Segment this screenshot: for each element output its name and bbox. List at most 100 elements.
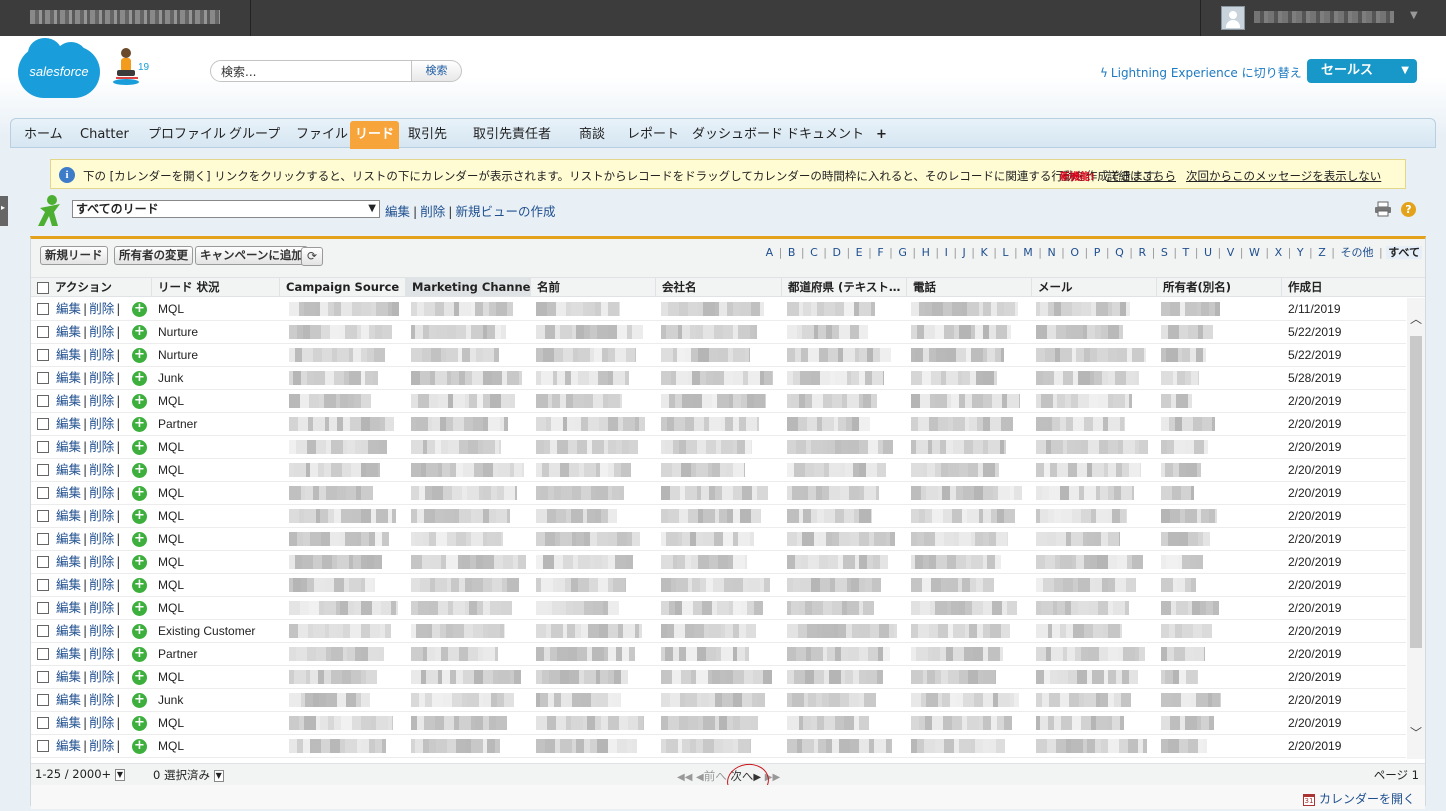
column-header-phone[interactable]: 電話 [906, 278, 1031, 297]
alpha-filter-item[interactable]: D [830, 246, 842, 259]
column-header-email[interactable]: メール [1031, 278, 1156, 297]
tab-opportunities[interactable]: 商談 [574, 124, 610, 146]
list-view-select[interactable]: すべてのリード ▼ [72, 200, 380, 218]
chevron-down-icon[interactable]: ▼ [1410, 10, 1418, 21]
tab-home[interactable]: ホーム [19, 124, 68, 146]
refresh-icon[interactable]: ⟳ [301, 247, 323, 266]
tab-files[interactable]: ファイル [291, 124, 353, 146]
row-checkbox[interactable] [37, 303, 49, 315]
alpha-filter-item[interactable]: G [896, 246, 909, 259]
row-edit-link[interactable]: 編集 [56, 738, 81, 753]
add-activity-icon[interactable]: + [132, 302, 147, 317]
row-edit-link[interactable]: 編集 [56, 623, 81, 638]
row-checkbox[interactable] [37, 556, 49, 568]
delete-view-link[interactable]: 削除 [420, 204, 445, 219]
alpha-filter-item[interactable]: L [1000, 246, 1010, 259]
tab-chatter[interactable]: Chatter [75, 124, 134, 146]
alpha-filter-item[interactable]: S [1159, 246, 1170, 259]
row-delete-link[interactable]: 削除 [89, 485, 114, 500]
new-lead-button[interactable]: 新規リード [40, 246, 108, 265]
column-header-name[interactable]: 名前 [530, 278, 655, 297]
alpha-filter-item[interactable]: Q [1113, 246, 1126, 259]
column-header-created-date[interactable]: 作成日 [1281, 278, 1407, 297]
row-delete-link[interactable]: 削除 [89, 301, 114, 316]
row-checkbox[interactable] [37, 602, 49, 614]
row-edit-link[interactable]: 編集 [56, 531, 81, 546]
add-activity-icon[interactable]: + [132, 578, 147, 593]
row-checkbox[interactable] [37, 510, 49, 522]
scrollbar-thumb[interactable] [1410, 336, 1422, 648]
row-delete-link[interactable]: 削除 [89, 669, 114, 684]
add-activity-icon[interactable]: + [132, 371, 147, 386]
alpha-filter-item[interactable]: C [808, 246, 820, 259]
record-count-select[interactable]: 1-25 / 2000+ ▼ [35, 767, 125, 781]
add-activity-icon[interactable]: + [132, 693, 147, 708]
row-checkbox[interactable] [37, 717, 49, 729]
select-all-checkbox[interactable] [37, 281, 49, 294]
row-edit-link[interactable]: 編集 [56, 301, 81, 316]
row-checkbox[interactable] [37, 395, 49, 407]
row-edit-link[interactable]: 編集 [56, 692, 81, 707]
alpha-filter-item[interactable]: Z [1316, 246, 1328, 259]
column-header-campaign-source[interactable]: Campaign Source [279, 278, 405, 297]
chevron-up-icon[interactable]: ︿ [1410, 310, 1422, 327]
alpha-filter-item[interactable]: Y [1295, 246, 1306, 259]
row-edit-link[interactable]: 編集 [56, 600, 81, 615]
row-delete-link[interactable]: 削除 [89, 600, 114, 615]
row-checkbox[interactable] [37, 625, 49, 637]
alpha-filter-item[interactable]: T [1181, 246, 1192, 259]
open-calendar-link[interactable]: 31 カレンダーを開く [1302, 790, 1415, 807]
row-delete-link[interactable]: 削除 [89, 508, 114, 523]
row-delete-link[interactable]: 削除 [89, 393, 114, 408]
row-delete-link[interactable]: 削除 [89, 623, 114, 638]
redacted-user-name[interactable] [1254, 11, 1394, 23]
row-delete-link[interactable]: 削除 [89, 692, 114, 707]
alpha-filter-item[interactable]: R [1136, 246, 1148, 259]
row-edit-link[interactable]: 編集 [56, 577, 81, 592]
row-delete-link[interactable]: 削除 [89, 462, 114, 477]
add-to-campaign-button[interactable]: キャンペーンに追加 [195, 246, 308, 265]
row-checkbox[interactable] [37, 579, 49, 591]
salesforce-logo[interactable]: salesforce [18, 38, 100, 98]
alpha-filter-item[interactable]: K [978, 246, 989, 259]
add-activity-icon[interactable]: + [132, 486, 147, 501]
alpha-filter-item[interactable]: A [764, 246, 776, 259]
add-activity-icon[interactable]: + [132, 670, 147, 685]
row-checkbox[interactable] [37, 441, 49, 453]
alpha-filter-item[interactable]: W [1247, 246, 1262, 259]
create-view-link[interactable]: 新規ビューの作成 [455, 204, 555, 219]
row-checkbox[interactable] [37, 648, 49, 660]
row-delete-link[interactable]: 削除 [89, 646, 114, 661]
column-header-company[interactable]: 会社名 [655, 278, 781, 297]
row-edit-link[interactable]: 編集 [56, 347, 81, 362]
row-edit-link[interactable]: 編集 [56, 715, 81, 730]
alpha-filter-item[interactable]: P [1092, 246, 1103, 259]
alpha-filter-item[interactable]: O [1068, 246, 1081, 259]
tab-documents[interactable]: ドキュメント [781, 124, 869, 146]
row-checkbox[interactable] [37, 740, 49, 752]
row-edit-link[interactable]: 編集 [56, 508, 81, 523]
row-checkbox[interactable] [37, 418, 49, 430]
row-delete-link[interactable]: 削除 [89, 577, 114, 592]
tab-dashboards[interactable]: ダッシュボード [687, 124, 788, 146]
vertical-scrollbar[interactable]: ︿ ﹀ [1407, 298, 1425, 759]
column-header-prefecture[interactable]: 都道府県 (テキスト… [781, 278, 906, 297]
row-edit-link[interactable]: 編集 [56, 416, 81, 431]
alpha-filter-item[interactable]: I [943, 246, 950, 259]
add-activity-icon[interactable]: + [132, 716, 147, 731]
row-delete-link[interactable]: 削除 [89, 715, 114, 730]
tab-profile[interactable]: プロファイル [143, 124, 231, 146]
alpha-filter-item[interactable]: F [875, 246, 885, 259]
row-edit-link[interactable]: 編集 [56, 462, 81, 477]
row-checkbox[interactable] [37, 372, 49, 384]
add-activity-icon[interactable]: + [132, 532, 147, 547]
add-activity-icon[interactable]: + [132, 509, 147, 524]
alpha-filter-item[interactable]: J [961, 246, 968, 259]
alpha-filter-item[interactable]: M [1021, 246, 1035, 259]
row-edit-link[interactable]: 編集 [56, 439, 81, 454]
row-delete-link[interactable]: 削除 [89, 531, 114, 546]
column-header-marketing-channel[interactable]: Marketing Channel… [405, 278, 530, 297]
row-checkbox[interactable] [37, 349, 49, 361]
row-checkbox[interactable] [37, 671, 49, 683]
tab-groups[interactable]: グループ [224, 124, 285, 146]
